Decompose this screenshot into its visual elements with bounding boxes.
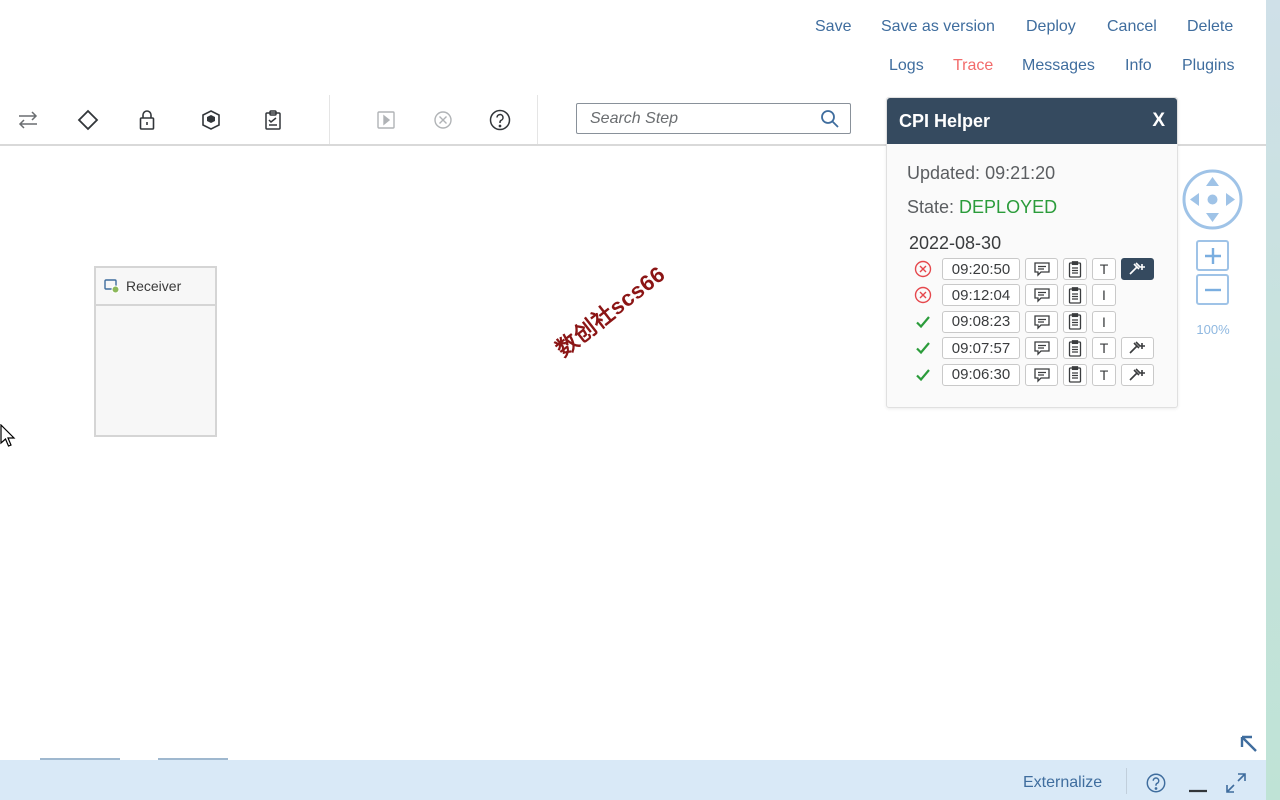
cpi-helper-header: CPI Helper X <box>887 98 1177 144</box>
failed-status-icon <box>913 285 933 305</box>
diamond-gateway-icon[interactable] <box>75 107 101 133</box>
receiver-system-icon <box>104 279 120 294</box>
message-icon[interactable] <box>1025 284 1058 307</box>
log-clipboard-icon[interactable] <box>1063 258 1087 280</box>
toolbar-divider <box>329 95 330 144</box>
updated-time: 09:21:20 <box>985 163 1056 183</box>
zoom-level: 100% <box>1196 322 1230 337</box>
mouse-cursor-icon <box>0 424 16 447</box>
package-icon[interactable] <box>198 107 224 133</box>
state-value: DEPLOYED <box>959 197 1058 217</box>
run-time-button[interactable]: 09:08:23 <box>942 310 1020 333</box>
success-check-icon <box>913 365 933 385</box>
pan-navigation-control[interactable] <box>1182 169 1243 230</box>
success-check-icon <box>913 312 933 332</box>
zoom-out-button[interactable] <box>1196 274 1229 305</box>
state-line: State: DEPLOYED <box>907 197 1057 218</box>
run-row: 09:12:04 I <box>913 284 1116 307</box>
log-clipboard-icon[interactable] <box>1063 310 1087 333</box>
run-time-button[interactable]: 09:06:30 <box>942 363 1020 386</box>
run-time-button[interactable]: 09:12:04 <box>942 284 1020 307</box>
save-as-version-button[interactable]: Save as version <box>881 18 995 36</box>
log-level-button[interactable]: T <box>1092 363 1116 386</box>
message-icon[interactable] <box>1025 337 1058 360</box>
plus-icon <box>1204 247 1221 264</box>
right-edge-strip <box>1266 0 1280 800</box>
run-row: 09:08:23 I <box>913 310 1116 333</box>
collapse-arrow-icon[interactable] <box>1238 733 1260 755</box>
header-actions: Save Save as version Deploy Cancel Delet… <box>0 0 1266 95</box>
updated-line: Updated: 09:21:20 <box>907 163 1055 184</box>
log-level-button[interactable]: T <box>1092 337 1116 360</box>
plugins-button[interactable]: Plugins <box>1182 57 1234 75</box>
run-date: 2022-08-30 <box>909 233 1002 253</box>
close-button[interactable]: X <box>1152 110 1165 132</box>
help-icon[interactable] <box>1145 772 1167 794</box>
receiver-header: Receiver <box>96 268 215 306</box>
messages-button[interactable]: Messages <box>1022 57 1095 75</box>
trace-plugin-icon[interactable] <box>1121 363 1154 386</box>
trace-plugin-icon[interactable] <box>1121 258 1154 280</box>
log-level-button[interactable]: T <box>1092 258 1116 280</box>
clipboard-icon[interactable] <box>260 107 286 133</box>
swap-arrows-icon[interactable] <box>15 107 41 133</box>
run-row: 09:06:30 T <box>913 363 1154 386</box>
cancel-step-icon[interactable] <box>430 107 456 133</box>
externalize-button[interactable]: Externalize <box>1023 774 1102 792</box>
logs-button[interactable]: Logs <box>889 57 924 75</box>
help-icon[interactable] <box>487 107 513 133</box>
cpi-helper-title: CPI Helper <box>899 110 991 131</box>
receiver-participant[interactable]: Receiver <box>94 266 217 437</box>
minimize-icon[interactable] <box>1187 772 1209 794</box>
trace-button[interactable]: Trace <box>953 57 993 75</box>
message-icon[interactable] <box>1025 258 1058 280</box>
log-clipboard-icon[interactable] <box>1063 363 1087 386</box>
updated-label: Updated: <box>907 163 981 183</box>
run-time-button[interactable]: 09:07:57 <box>942 337 1020 360</box>
success-check-icon <box>913 338 933 358</box>
cpi-helper-panel: CPI Helper X Updated: 09:21:20 State: DE… <box>886 97 1178 408</box>
search-step-field <box>576 103 851 134</box>
message-icon[interactable] <box>1025 363 1058 386</box>
lock-icon[interactable] <box>134 107 160 133</box>
search-icon[interactable] <box>820 109 840 129</box>
search-step-input[interactable] <box>577 104 817 133</box>
message-icon[interactable] <box>1025 310 1058 333</box>
save-button[interactable]: Save <box>815 18 851 36</box>
minus-icon <box>1204 288 1221 291</box>
deploy-button[interactable]: Deploy <box>1026 18 1076 36</box>
maximize-icon[interactable] <box>1225 772 1247 794</box>
cancel-button[interactable]: Cancel <box>1107 18 1157 36</box>
footer-divider <box>1126 768 1127 794</box>
log-clipboard-icon[interactable] <box>1063 284 1087 307</box>
log-clipboard-icon[interactable] <box>1063 337 1087 360</box>
run-row: 09:20:50 T <box>913 258 1154 280</box>
play-step-icon[interactable] <box>373 107 399 133</box>
property-sheet-bar: Externalize <box>0 760 1266 800</box>
log-level-button[interactable]: I <box>1092 310 1116 333</box>
run-row: 09:07:57 T <box>913 337 1154 360</box>
toolbar-divider <box>537 95 538 144</box>
info-button[interactable]: Info <box>1125 57 1152 75</box>
trace-plugin-icon[interactable] <box>1121 337 1154 360</box>
run-time-button[interactable]: 09:20:50 <box>942 258 1020 280</box>
state-label: State: <box>907 197 955 217</box>
failed-status-icon <box>913 259 933 279</box>
receiver-label: Receiver <box>126 278 182 294</box>
log-level-button[interactable]: I <box>1092 284 1116 307</box>
delete-button[interactable]: Delete <box>1187 18 1233 36</box>
zoom-in-button[interactable] <box>1196 240 1229 271</box>
